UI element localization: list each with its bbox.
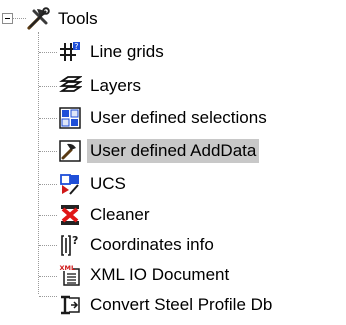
tree-connector <box>39 296 57 297</box>
tree-item-convert-steel-profile-db[interactable]: Convert Steel Profile Db <box>58 292 275 318</box>
convert-profile-icon <box>58 293 82 317</box>
tree-root-tools[interactable]: Tools <box>26 6 101 32</box>
tree-connector <box>39 118 57 119</box>
add-data-icon <box>58 139 82 163</box>
tree-item-label: Line grids <box>90 42 164 61</box>
svg-text:?: ? <box>72 234 78 247</box>
user-selections-icon <box>58 106 82 130</box>
tree-item-coordinates-info[interactable]: ? Coordinates info <box>58 232 217 258</box>
tree-item-label: User defined selections <box>90 108 267 127</box>
tree-connector <box>39 184 57 185</box>
line-grids-icon: ? <box>58 40 82 64</box>
tree-connector <box>39 276 57 277</box>
tree-connector <box>39 245 57 246</box>
tree-item-label: Layers <box>90 76 142 95</box>
tree-item-xml-io-document[interactable]: XML XML IO Document <box>58 262 232 288</box>
tree-item-line-grids[interactable]: ? Line grids <box>58 39 167 65</box>
svg-text:?: ? <box>74 42 78 51</box>
tree-item-label: Cleaner <box>90 205 150 224</box>
tree-root-label: Tools <box>58 9 98 28</box>
tree-connector <box>12 18 26 19</box>
tree-item-label: Coordinates info <box>90 235 214 254</box>
tree-item-label: UCS <box>90 174 126 193</box>
svg-text:XML: XML <box>60 264 76 272</box>
tree-item-user-defined-adddata[interactable]: User defined AddData <box>58 138 260 164</box>
tools-icon <box>26 7 50 31</box>
tree-connector <box>39 151 57 152</box>
layers-icon <box>58 74 82 98</box>
tree-connector <box>39 86 57 87</box>
tree-item-cleaner[interactable]: Cleaner <box>58 202 153 228</box>
collapse-toggle[interactable] <box>2 13 13 24</box>
tree-connector <box>38 32 39 294</box>
xml-document-icon: XML <box>58 263 82 287</box>
ucs-icon <box>58 172 82 196</box>
tree-item-label: Convert Steel Profile Db <box>90 295 273 314</box>
tree-item-label: XML IO Document <box>90 265 230 284</box>
tree-item-user-defined-selections[interactable]: User defined selections <box>58 105 270 131</box>
tree-item-layers[interactable]: Layers <box>58 73 144 99</box>
tree-view: Tools ? Line grids Layers User defined s… <box>0 0 346 325</box>
coordinates-info-icon: ? <box>58 233 82 257</box>
tree-connector <box>39 52 57 53</box>
tree-item-ucs[interactable]: UCS <box>58 171 129 197</box>
tree-connector <box>39 215 57 216</box>
tree-item-label: User defined AddData <box>87 139 260 163</box>
cleaner-icon <box>58 203 82 227</box>
